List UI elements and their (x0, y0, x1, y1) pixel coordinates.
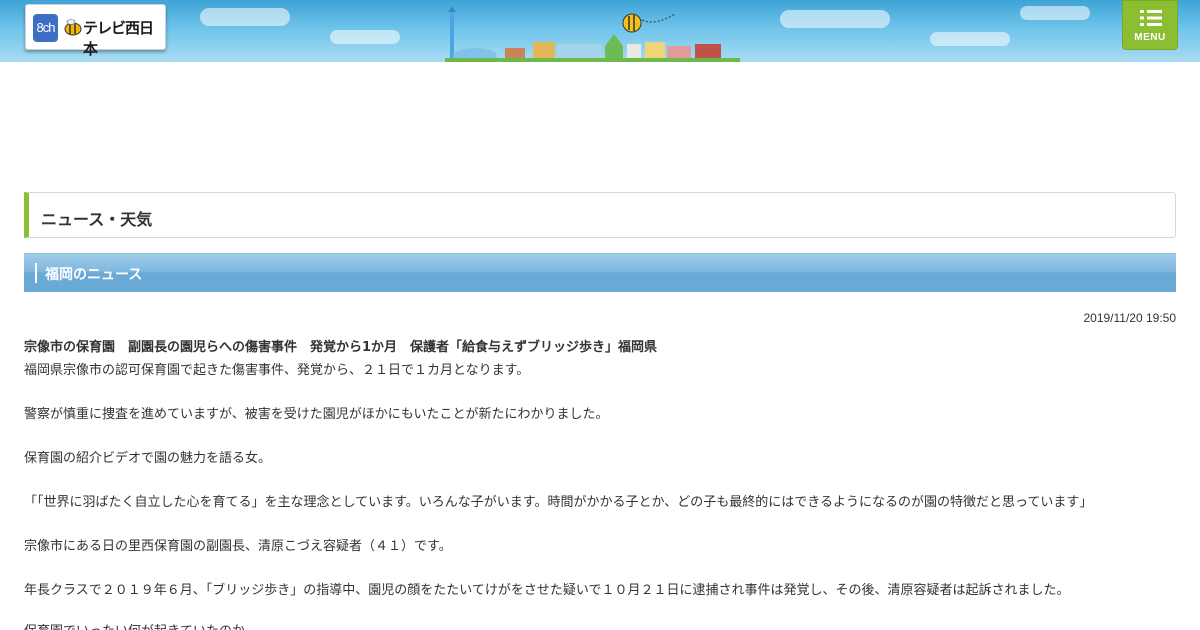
article-date: 2019/11/20 19:50 (1083, 311, 1176, 325)
sky-cloud (1020, 6, 1090, 20)
article-paragraph: 保育園でいったい何が起きていたのか。 (24, 620, 258, 630)
menu-button[interactable]: MENU (1122, 0, 1178, 50)
article-title: 宗像市の保育園 副園長の園児らへの傷害事件 発覚から1か月 保護者「給食与えずブ… (24, 340, 658, 355)
list-menu-icon (1140, 10, 1162, 26)
sky-cloud (780, 10, 890, 28)
city-skyline-illustration (445, 6, 740, 62)
subsection-heading: 福岡のニュース (24, 253, 1176, 292)
article-paragraph: 福岡県宗像市の認可保育園で起きた傷害事件、発覚から、２１日で１カ月となります。 (24, 363, 530, 378)
sky-cloud (200, 8, 290, 26)
article-paragraph: 保育園の紹介ビデオで園の魅力を語る女。 (24, 451, 272, 466)
subsection-title: 福岡のニュース (45, 267, 143, 283)
site-header: 8ch テレビ西日本 MENU (0, 0, 1200, 62)
section-heading: ニュース・天気 (24, 192, 1176, 238)
site-logo[interactable]: 8ch テレビ西日本 (25, 4, 166, 58)
article-paragraph: 宗像市にある日の里西保育園の副園長、清原こづえ容疑者（４１）です。 (24, 539, 452, 554)
section-title: ニュース・天気 (41, 210, 153, 229)
article-paragraph: 年長クラスで２０１９年６月、「ブリッジ歩き」の指導中、園児の顔をたたいてけがをさ… (24, 583, 1070, 598)
logo-name: テレビ西日本 (83, 19, 154, 58)
channel-badge: 8ch (33, 14, 58, 42)
article-paragraph: 警察が慎重に捜査を進めていますが、被害を受けた園児がほかにもいたことが新たにわか… (24, 407, 609, 422)
sky-cloud (930, 32, 1010, 46)
bee-logo-icon (64, 19, 82, 36)
article-paragraph: 「「世界に羽ばたく自立した心を育てる」を主な理念としています。いろんな子がいます… (24, 495, 1093, 510)
menu-label: MENU (1134, 32, 1166, 43)
heading-bar-mark (35, 263, 37, 283)
sky-cloud (330, 30, 400, 44)
